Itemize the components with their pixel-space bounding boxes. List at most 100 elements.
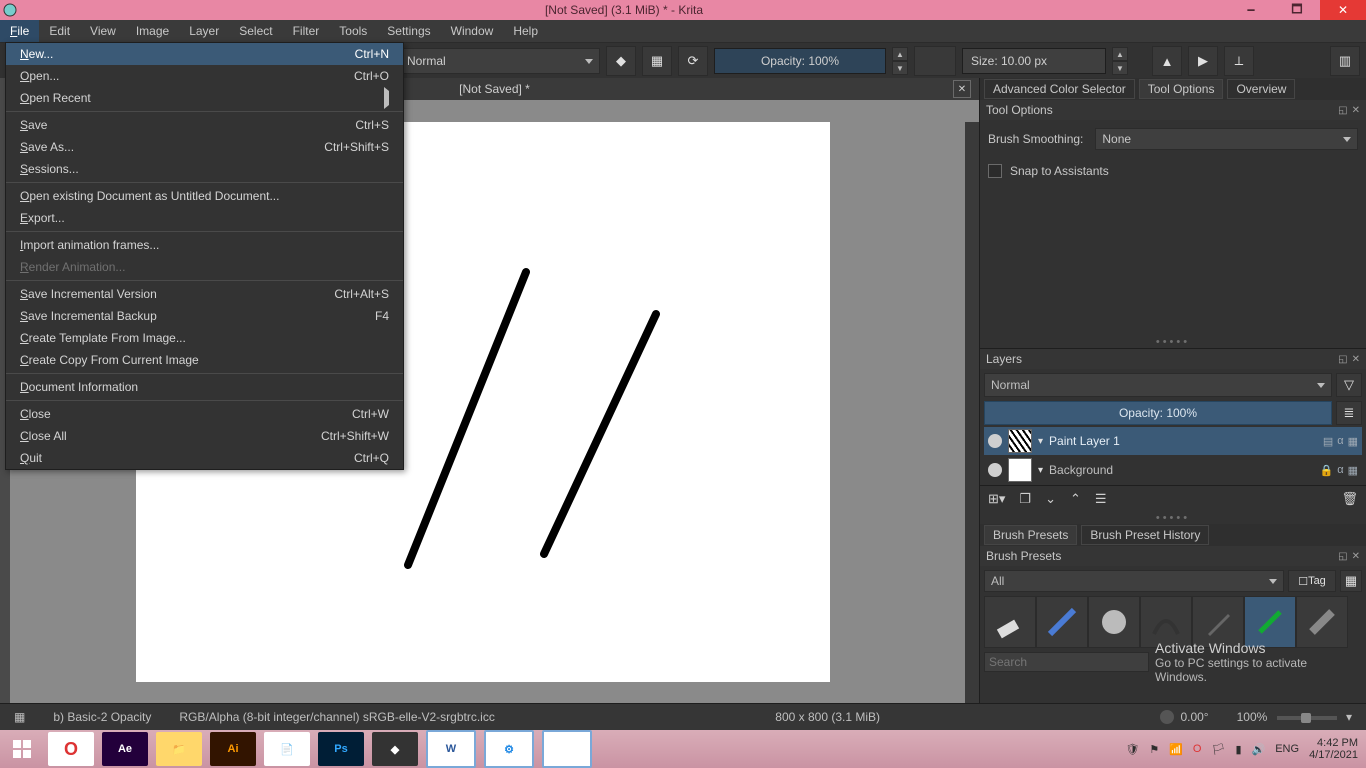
tray-volume-icon[interactable]: 🔊 [1252, 743, 1266, 756]
alpha-icon[interactable]: α [1337, 464, 1343, 477]
preset-filter-dropdown[interactable]: All [984, 570, 1284, 592]
zoom-slider[interactable] [1277, 716, 1337, 720]
menu-view[interactable]: View [80, 20, 126, 42]
close-panel-icon[interactable]: ✕ [1352, 354, 1360, 365]
size-stepper[interactable]: ▲▼ [1112, 47, 1128, 75]
layer-style-icon[interactable]: ▦ [1348, 464, 1358, 477]
move-layer-up-button[interactable]: ⌃ [1070, 491, 1081, 507]
taskbar-inkscape-icon[interactable]: ◆ [372, 732, 418, 766]
file-menu-item[interactable]: Open Recent [6, 87, 403, 109]
maximize-button[interactable]: 🗖 [1274, 0, 1320, 20]
file-menu-item[interactable]: Save Incremental VersionCtrl+Alt+S [6, 283, 403, 305]
visibility-icon[interactable] [988, 463, 1002, 477]
menu-settings[interactable]: Settings [377, 20, 440, 42]
taskbar-explorer-icon[interactable]: 📁 [156, 732, 202, 766]
opacity-slider[interactable]: Opacity: 100% [714, 48, 886, 74]
file-menu-item[interactable]: Create Template From Image... [6, 327, 403, 349]
file-menu-item[interactable]: Open...Ctrl+O [6, 65, 403, 87]
preset-soft[interactable] [1088, 596, 1140, 648]
layer-properties-button[interactable]: ☰ [1095, 491, 1107, 507]
chevron-down-icon[interactable]: ▾ [1038, 465, 1043, 476]
tray-clock[interactable]: 4:42 PM 4/17/2021 [1309, 737, 1358, 761]
wrap-mode-button[interactable]: ⟂ [1224, 46, 1254, 76]
preset-tag-button[interactable]: ☐ Tag [1288, 570, 1336, 592]
taskbar-doc-icon[interactable]: 📄 [264, 732, 310, 766]
document-tab-label[interactable]: [Not Saved] * [459, 82, 530, 96]
layer-filter-button[interactable]: ▽ [1336, 373, 1362, 397]
layer-style-icon[interactable]: ▦ [1348, 435, 1358, 448]
dock-separator[interactable]: ••••• [980, 512, 1366, 524]
menu-filter[interactable]: Filter [283, 20, 330, 42]
chevron-down-icon[interactable]: ▾ [1038, 436, 1043, 447]
menu-select[interactable]: Select [229, 20, 282, 42]
tray-shield-icon[interactable]: 🛡 [1125, 743, 1139, 756]
alpha-icon[interactable]: α [1337, 435, 1343, 448]
preset-eraser[interactable] [984, 596, 1036, 648]
brush-smoothing-dropdown[interactable]: None [1095, 128, 1358, 150]
layer-item-paint-1[interactable]: ▾ Paint Layer 1 ▤ α ▦ [984, 427, 1362, 455]
file-menu-item[interactable]: Document Information [6, 376, 403, 398]
preset-search-input[interactable] [984, 652, 1149, 672]
close-button[interactable]: ✕ [1320, 0, 1366, 20]
snap-to-assistants-checkbox[interactable] [988, 164, 1002, 178]
float-panel-icon[interactable]: ◱ [1338, 354, 1347, 365]
tray-flag-icon[interactable]: ⚑ [1149, 743, 1159, 756]
taskbar-ae-icon[interactable]: Ae [102, 732, 148, 766]
visibility-icon[interactable] [988, 434, 1002, 448]
file-menu-item[interactable]: New...Ctrl+N [6, 43, 403, 65]
menu-image[interactable]: Image [126, 20, 179, 42]
lock-icon[interactable]: 🔒 [1320, 464, 1334, 477]
mirror-horizontal-button[interactable]: ▲ [1152, 46, 1182, 76]
start-button[interactable] [0, 730, 44, 768]
tab-tool-options[interactable]: Tool Options [1139, 79, 1224, 99]
preset-view-mode[interactable]: ▦ [1340, 570, 1362, 592]
tray-battery-icon[interactable]: ▮ [1235, 743, 1241, 756]
tab-advanced-color[interactable]: Advanced Color Selector [984, 79, 1135, 99]
tab-brush-presets[interactable]: Brush Presets [984, 525, 1077, 545]
move-layer-down-button[interactable]: ⌄ [1045, 491, 1056, 507]
tray-language[interactable]: ENG [1275, 743, 1299, 755]
file-menu-item[interactable]: SaveCtrl+S [6, 114, 403, 136]
tab-brush-history[interactable]: Brush Preset History [1081, 525, 1209, 545]
tab-overview[interactable]: Overview [1227, 79, 1295, 99]
status-zoom[interactable]: 100% ▾ [1223, 710, 1366, 724]
layer-name[interactable]: Background [1049, 463, 1314, 477]
taskbar-ps-icon[interactable]: Ps [318, 732, 364, 766]
menu-window[interactable]: Window [441, 20, 504, 42]
taskbar-ai-icon[interactable]: Ai [210, 732, 256, 766]
vertical-scrollbar[interactable] [965, 122, 979, 730]
dock-separator[interactable]: ••••• [980, 336, 1366, 348]
file-menu-item[interactable]: QuitCtrl+Q [6, 447, 403, 469]
file-menu-item[interactable]: Save Incremental BackupF4 [6, 305, 403, 327]
taskbar-word-icon[interactable]: W [426, 730, 476, 768]
add-layer-button[interactable]: ⊞▾ [988, 491, 1005, 507]
minimize-button[interactable]: 🗕 [1228, 0, 1274, 20]
menu-layer[interactable]: Layer [179, 20, 229, 42]
close-panel-icon[interactable]: ✕ [1352, 551, 1360, 562]
alpha-lock-button[interactable]: ▦ [642, 46, 672, 76]
brush-size-field[interactable]: Size: 10.00 px [962, 48, 1106, 74]
menu-edit[interactable]: Edit [39, 20, 80, 42]
taskbar-settings-icon[interactable]: ⚙ [484, 730, 534, 768]
layer-props-icon[interactable]: ▤ [1323, 435, 1333, 448]
menu-tools[interactable]: Tools [329, 20, 377, 42]
file-menu-item[interactable]: Open existing Document as Untitled Docum… [6, 185, 403, 207]
zoom-dropdown-icon[interactable]: ▾ [1346, 710, 1352, 724]
file-menu-item[interactable]: Export... [6, 207, 403, 229]
menu-file[interactable]: File [0, 20, 39, 42]
file-menu-item[interactable]: Sessions... [6, 158, 403, 180]
tray-action-icon[interactable]: 🏳 [1211, 743, 1225, 756]
tray-network-icon[interactable]: 📶 [1169, 743, 1183, 756]
status-rotation[interactable]: 0.00° [1146, 710, 1222, 725]
file-menu-item[interactable]: CloseCtrl+W [6, 403, 403, 425]
mirror-vertical-button[interactable]: ▶ [1188, 46, 1218, 76]
layer-opacity-options[interactable]: ≣ [1336, 401, 1362, 425]
taskbar-krita-icon[interactable]: 🖌 [542, 730, 592, 768]
file-menu-item[interactable]: Create Copy From Current Image [6, 349, 403, 371]
eraser-toggle-button[interactable]: ◆ [606, 46, 636, 76]
menu-help[interactable]: Help [503, 20, 548, 42]
file-menu-item[interactable]: Import animation frames... [6, 234, 403, 256]
layer-blend-dropdown[interactable]: Normal [984, 373, 1332, 397]
layer-name[interactable]: Paint Layer 1 [1049, 434, 1317, 448]
document-tab-close[interactable]: ✕ [953, 80, 971, 98]
